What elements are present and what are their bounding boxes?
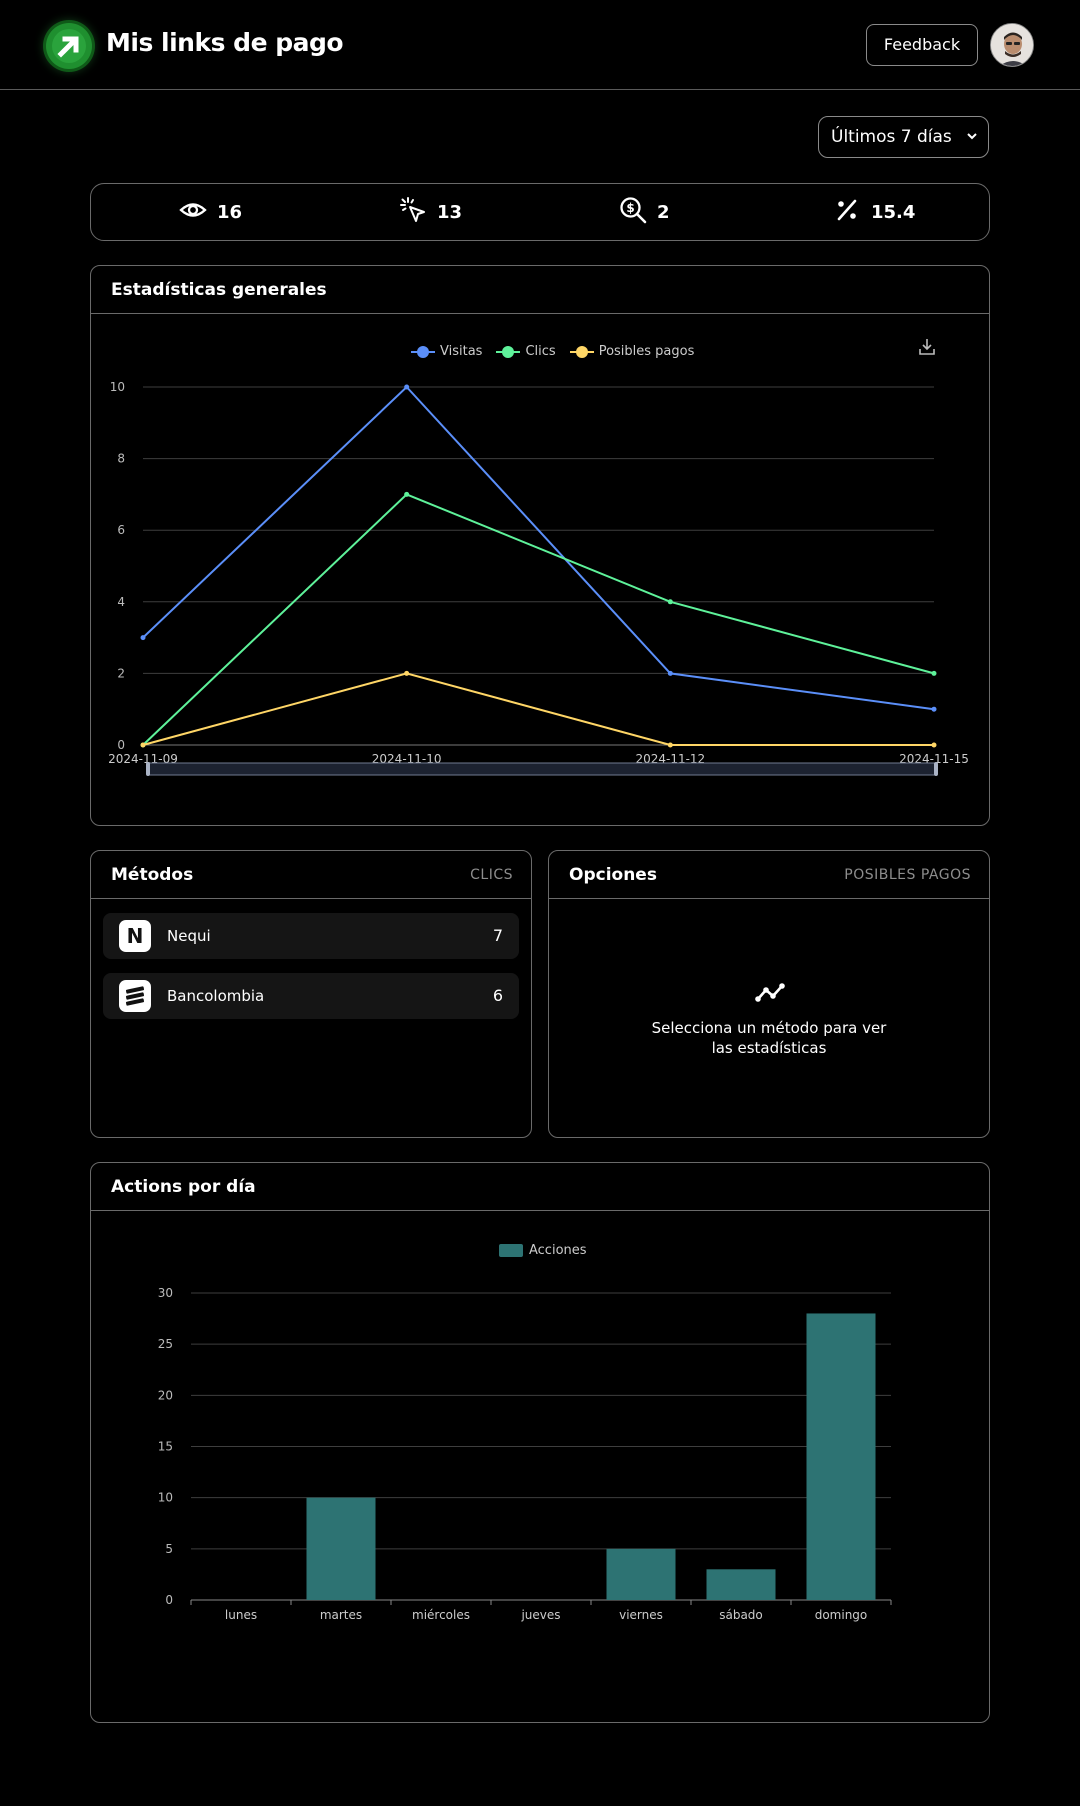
x-tick-label: miércoles	[412, 1608, 470, 1622]
svg-text:$: $	[626, 201, 634, 215]
x-tick-label: domingo	[815, 1608, 868, 1622]
data-point	[667, 599, 673, 605]
series-line-2	[142, 672, 934, 746]
bancolombia-logo-icon	[119, 980, 151, 1012]
line-chart: 02468102024-11-09 2024-11-10 2024-11-12 202…	[108, 380, 969, 776]
methods-title: Métodos	[111, 865, 194, 885]
stat-conversion: 15.4	[833, 184, 915, 240]
general-stats-header: Estadísticas generales	[91, 266, 989, 314]
data-point	[140, 635, 146, 641]
zoom-handle-right	[934, 762, 938, 776]
y-tick-label: 10	[158, 1491, 173, 1505]
pointer-click-icon	[399, 196, 427, 228]
y-tick-label: 4	[117, 595, 125, 609]
bar-chart: 0 5 10 15 20 25 30 lunes martes miércoles jueves vi…	[158, 1286, 892, 1622]
daily-actions-card: Actions por día Acciones 0 5 10 15 20 25 30 lun…	[90, 1162, 990, 1723]
method-value: 7	[492, 926, 503, 945]
x-tick-label: martes	[320, 1608, 362, 1622]
legend-label: Acciones	[529, 1243, 587, 1258]
eye-icon	[179, 196, 207, 228]
series-line-1	[142, 493, 935, 746]
data-point	[931, 706, 937, 712]
date-range-select[interactable]: Últimos 7 días	[818, 116, 989, 158]
x-tick-label: jueves	[520, 1608, 560, 1622]
method-item-nequi[interactable]: N Nequi 7	[103, 913, 519, 959]
avatar[interactable]	[990, 23, 1034, 67]
methods-subtitle: CLICS	[470, 867, 513, 883]
general-stats-card: Estadísticas generales Visitas Clics Pos…	[90, 265, 990, 826]
chevron-down-icon	[966, 117, 978, 174]
data-point	[667, 742, 673, 748]
x-tick-label: sábado	[719, 1608, 763, 1622]
zoom-handle-left	[146, 762, 150, 776]
y-tick-label: 0	[165, 1593, 173, 1607]
stat-visits: 16	[179, 184, 242, 240]
y-tick-label: 25	[158, 1337, 173, 1351]
daily-actions-title: Actions por día	[111, 1177, 256, 1197]
bar	[306, 1497, 376, 1600]
daily-actions-header: Actions por día	[91, 1163, 989, 1211]
bar	[706, 1569, 776, 1600]
methods-header: Métodos CLICS	[91, 851, 531, 899]
y-tick-label: 10	[110, 380, 125, 394]
method-name: Nequi	[167, 927, 211, 945]
method-item-bancolombia[interactable]: Bancolombia 6	[103, 973, 519, 1019]
percent-icon	[833, 196, 861, 228]
date-range-value: Últimos 7 días	[831, 127, 952, 147]
general-stats-title: Estadísticas generales	[111, 280, 327, 300]
stat-conversion-value: 15.4	[871, 201, 916, 223]
data-point	[667, 670, 673, 676]
data-point	[404, 491, 410, 497]
y-tick-label: 2	[117, 666, 125, 680]
y-tick-label: 30	[158, 1286, 173, 1300]
method-value: 6	[492, 986, 503, 1005]
summary-stats-bar: 16 13 $ 2 15.4	[90, 183, 990, 241]
x-tick-label: viernes	[619, 1608, 663, 1622]
stat-clicks: 13	[399, 184, 462, 240]
options-header: Opciones POSIBLES PAGOS	[549, 851, 989, 899]
nequi-logo-icon: N	[119, 920, 151, 952]
y-tick-label: 0	[117, 738, 125, 752]
methods-card: Métodos CLICS N Nequi 7 Bancolombia 6	[90, 850, 532, 1138]
stat-possible-payments: $ 2	[619, 184, 670, 240]
data-point	[931, 670, 937, 676]
y-tick-label: 15	[158, 1440, 173, 1454]
app-logo-icon[interactable]	[46, 23, 92, 69]
data-point	[404, 670, 410, 676]
y-tick-label: 5	[165, 1542, 173, 1556]
options-title: Opciones	[569, 865, 657, 885]
stat-possible-payments-value: 2	[657, 201, 670, 223]
bar	[606, 1548, 676, 1600]
stat-visits-value: 16	[217, 201, 243, 223]
method-name: Bancolombia	[167, 987, 265, 1005]
data-point	[140, 742, 146, 748]
dollar-search-icon: $	[619, 196, 647, 228]
options-empty-message: Selecciona un método para ver las estadí…	[651, 1019, 887, 1057]
data-point	[404, 384, 410, 390]
data-point	[931, 742, 937, 748]
feedback-button[interactable]: Feedback	[866, 24, 978, 66]
page-title: Mis links de pago	[106, 28, 344, 57]
zoom-slider	[146, 762, 938, 776]
options-card: Opciones POSIBLES PAGOS Selecciona un mé…	[548, 850, 990, 1138]
y-tick-label: 6	[117, 523, 125, 537]
trend-line-icon	[755, 983, 785, 1007]
options-subtitle: POSIBLES PAGOS	[844, 867, 971, 883]
legend-item-acciones[interactable]: Acciones	[499, 1243, 587, 1258]
bar	[806, 1313, 876, 1600]
stat-clicks-value: 13	[437, 201, 463, 223]
y-tick-label: 8	[117, 452, 125, 466]
y-tick-label: 20	[158, 1388, 173, 1402]
top-bar: Mis links de pago Feedback	[0, 0, 1080, 90]
bar-chart-legend: Acciones	[499, 1243, 601, 1258]
x-tick-label: lunes	[225, 1608, 257, 1622]
